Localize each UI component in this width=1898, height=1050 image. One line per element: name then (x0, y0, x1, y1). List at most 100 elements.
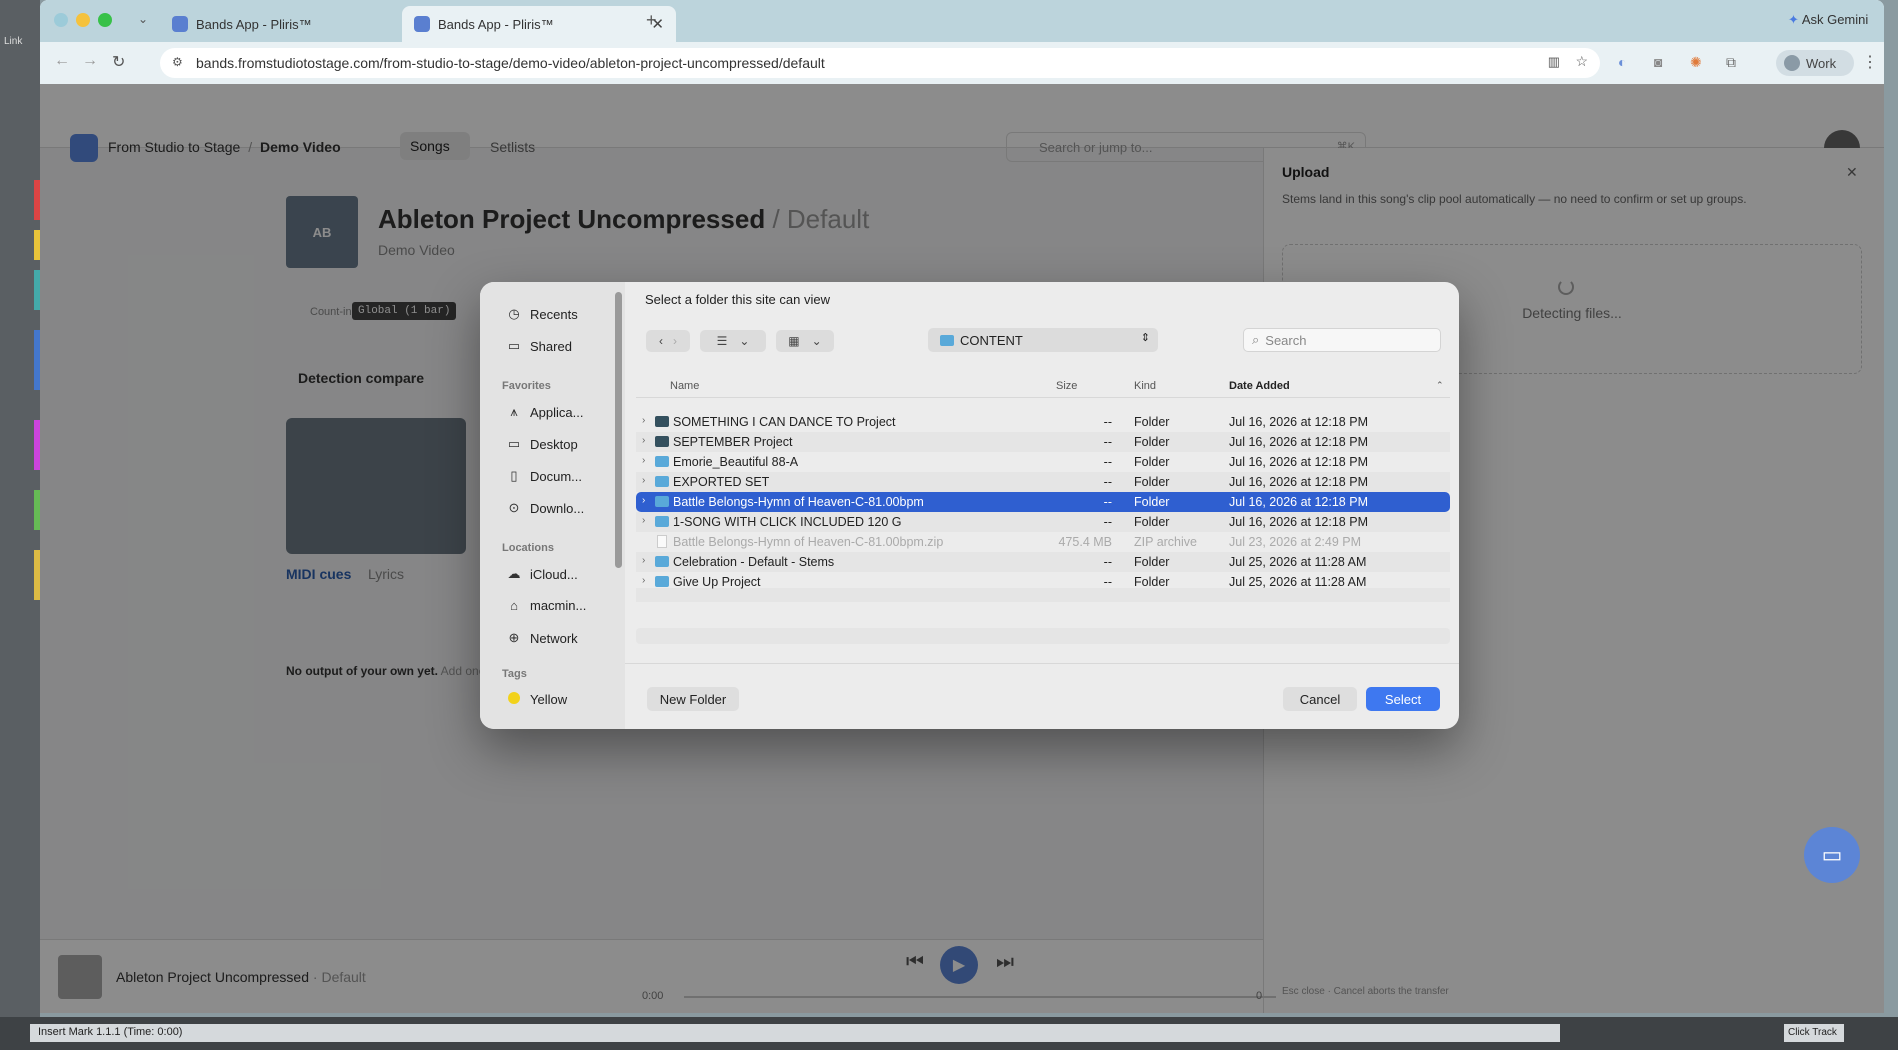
url-field[interactable]: ⚙ bands.fromstudiotostage.com/from-studi… (160, 48, 1600, 78)
disclosure-chevron-icon[interactable]: › (642, 555, 645, 566)
sidebar-item-network[interactable]: ⊕ Network (506, 630, 578, 646)
location-popup[interactable]: CONTENT ⇕ (928, 328, 1158, 352)
chevron-up-icon[interactable]: ⌃ (1436, 380, 1444, 391)
extension-icon[interactable]: ✺ (1690, 54, 1702, 71)
status-text: Insert Mark 1.1.1 (Time: 0:00) (30, 1024, 1560, 1042)
click-track-label[interactable]: Click Track (1784, 1024, 1844, 1042)
list-item[interactable]: › SOMETHING I CAN DANCE TO Project -- Folde… (636, 412, 1450, 432)
list-item[interactable]: › Emorie_Beautiful 88-A -- Folder Jul 16, 20… (636, 452, 1450, 472)
file-size: -- (1103, 415, 1112, 429)
tab-2-active[interactable]: Bands App - Pliris™ ✕ (402, 6, 676, 42)
list-item[interactable]: › Battle Belongs-Hymn of Heaven-C-81.00bp… (636, 492, 1450, 512)
list-item[interactable]: › EXPORTED SET -- Folder Jul 16, 2026 at 12:… (636, 472, 1450, 492)
disclosure-chevron-icon[interactable]: › (642, 435, 645, 446)
sidebar-item-recents[interactable]: ◷ Recents (506, 306, 577, 322)
chat-button[interactable]: ▭ (1804, 827, 1860, 883)
folder-icon (655, 456, 669, 467)
tab-list-icon[interactable]: ⌄ (138, 12, 148, 26)
file-date-added: Jul 25, 2026 at 11:28 AM (1229, 555, 1367, 569)
file-date-added: Jul 25, 2026 at 11:28 AM (1229, 575, 1367, 589)
globe-icon: ⊕ (508, 630, 520, 645)
tab-title: Bands App - Pliris™ (196, 16, 312, 32)
sidebar-item-downloads[interactable]: ⊙ Downlo... (506, 500, 585, 516)
tab-bar: ⌄ Bands App - Pliris™ ✕ Bands App - Plir… (40, 0, 1884, 42)
disclosure-chevron-icon[interactable]: › (642, 575, 645, 586)
list-item[interactable]: › Give Up Project -- Folder Jul 25, 2026 at … (636, 572, 1450, 592)
file-name: Battle Belongs-Hymn of Heaven-C-81.00bpm (673, 495, 924, 509)
file-name: SOMETHING I CAN DANCE TO Project (673, 415, 896, 429)
download-icon: ⊙ (508, 500, 520, 515)
sidebar-item-tag-yellow[interactable]: Yellow (506, 692, 567, 707)
sidebar-item-documents[interactable]: ▯ Docum... (506, 468, 582, 484)
yellow-tag-icon (506, 692, 522, 707)
file-date-added: Jul 16, 2026 at 12:18 PM (1229, 455, 1368, 469)
disclosure-chevron-icon[interactable]: › (642, 495, 645, 506)
disclosure-chevron-icon[interactable]: › (642, 415, 645, 426)
chevron-down-icon: ⌄ (811, 334, 822, 348)
close-window-icon[interactable] (54, 13, 68, 27)
disclosure-chevron-icon[interactable]: › (642, 475, 645, 486)
file-size: -- (1103, 515, 1112, 529)
folder-icon (655, 416, 669, 427)
reader-mode-icon[interactable]: ▥ (1548, 54, 1560, 70)
select-button[interactable]: Select (1366, 687, 1440, 711)
sidebar-item-applications[interactable]: ⩚ Applica... (506, 404, 583, 420)
sidebar-item-macmini[interactable]: ⌂ macmin... (506, 598, 586, 613)
sidebar-item-desktop[interactable]: ▭ Desktop (506, 436, 578, 452)
reload-icon[interactable]: ↻ (112, 52, 125, 72)
maximize-window-icon[interactable] (98, 13, 112, 27)
applications-icon: ⩚ (510, 404, 518, 419)
camera-icon[interactable]: ◙ (1654, 54, 1662, 70)
disclosure-chevron-icon[interactable]: › (642, 515, 645, 526)
column-date-added[interactable]: Date Added (1229, 380, 1290, 392)
list-view-button[interactable]: ☰ ⌄ (700, 330, 766, 352)
link-label: Link (4, 36, 23, 47)
desktop-icon: ▭ (507, 436, 521, 451)
cancel-button[interactable]: Cancel (1283, 687, 1357, 711)
ask-gemini-button[interactable]: ✦ Ask Gemini (1788, 12, 1868, 28)
file-kind: Folder (1134, 475, 1170, 489)
file-size: -- (1103, 495, 1112, 509)
bookmark-star-icon[interactable]: ☆ (1575, 53, 1588, 70)
file-size: -- (1103, 475, 1112, 489)
column-size[interactable]: Size (1056, 380, 1077, 392)
minimize-window-icon[interactable] (76, 13, 90, 27)
back-icon[interactable]: ← (54, 52, 70, 70)
column-name[interactable]: Name (670, 380, 699, 392)
new-folder-button[interactable]: New Folder (647, 687, 739, 711)
search-input[interactable]: ⌕ Search (1243, 328, 1441, 352)
group-view-button[interactable]: ▦ ⌄ (776, 330, 834, 352)
file-kind: Folder (1134, 455, 1170, 469)
list-view-icon: ☰ (716, 334, 728, 348)
list-item[interactable]: Battle Belongs-Hymn of Heaven-C-81.00bpm… (636, 532, 1450, 552)
tab-1[interactable]: Bands App - Pliris™ ✕ (160, 6, 440, 42)
more-menu-icon[interactable]: ⋮ (1862, 52, 1878, 72)
site-info-icon[interactable]: ⚙ (172, 55, 183, 69)
horizontal-scrollbar[interactable] (636, 628, 1450, 644)
list-item[interactable]: › Celebration - Default - Stems -- Folder Ju… (636, 552, 1450, 572)
extension-icon[interactable]: ◐ (1618, 54, 1626, 70)
plus-icon[interactable]: + (646, 10, 657, 31)
file-kind: Folder (1134, 555, 1170, 569)
avatar (1784, 55, 1800, 71)
chevron-right-icon[interactable]: › (673, 334, 677, 348)
column-headers: Name Size Kind Date Added ⌃ (636, 374, 1450, 398)
profile-button[interactable]: Work (1776, 50, 1854, 76)
list-item[interactable]: › SEPTEMBER Project -- Folder Jul 16, 2026 a… (636, 432, 1450, 452)
puzzle-icon[interactable]: ⧉ (1726, 54, 1736, 71)
back-forward-buttons[interactable]: ‹ › (646, 330, 690, 352)
file-date-added: Jul 16, 2026 at 12:18 PM (1229, 435, 1368, 449)
file-kind: Folder (1134, 575, 1170, 589)
disclosure-chevron-icon[interactable]: › (642, 455, 645, 466)
column-kind[interactable]: Kind (1134, 380, 1156, 392)
forward-icon[interactable]: → (82, 52, 98, 70)
sidebar-item-shared[interactable]: ▭ Shared (506, 338, 572, 354)
file-name: SEPTEMBER Project (673, 435, 793, 449)
sidebar-item-icloud[interactable]: ☁ iCloud... (506, 566, 578, 582)
list-item[interactable]: › 1-SONG WITH CLICK INCLUDED 120 G -- Folde… (636, 512, 1450, 532)
sidebar-scrollbar[interactable] (615, 292, 622, 568)
updown-chevron-icon: ⇕ (1140, 332, 1150, 344)
tags-heading: Tags (502, 668, 527, 680)
search-icon: ⌕ (1252, 332, 1260, 347)
chevron-left-icon[interactable]: ‹ (659, 334, 663, 348)
